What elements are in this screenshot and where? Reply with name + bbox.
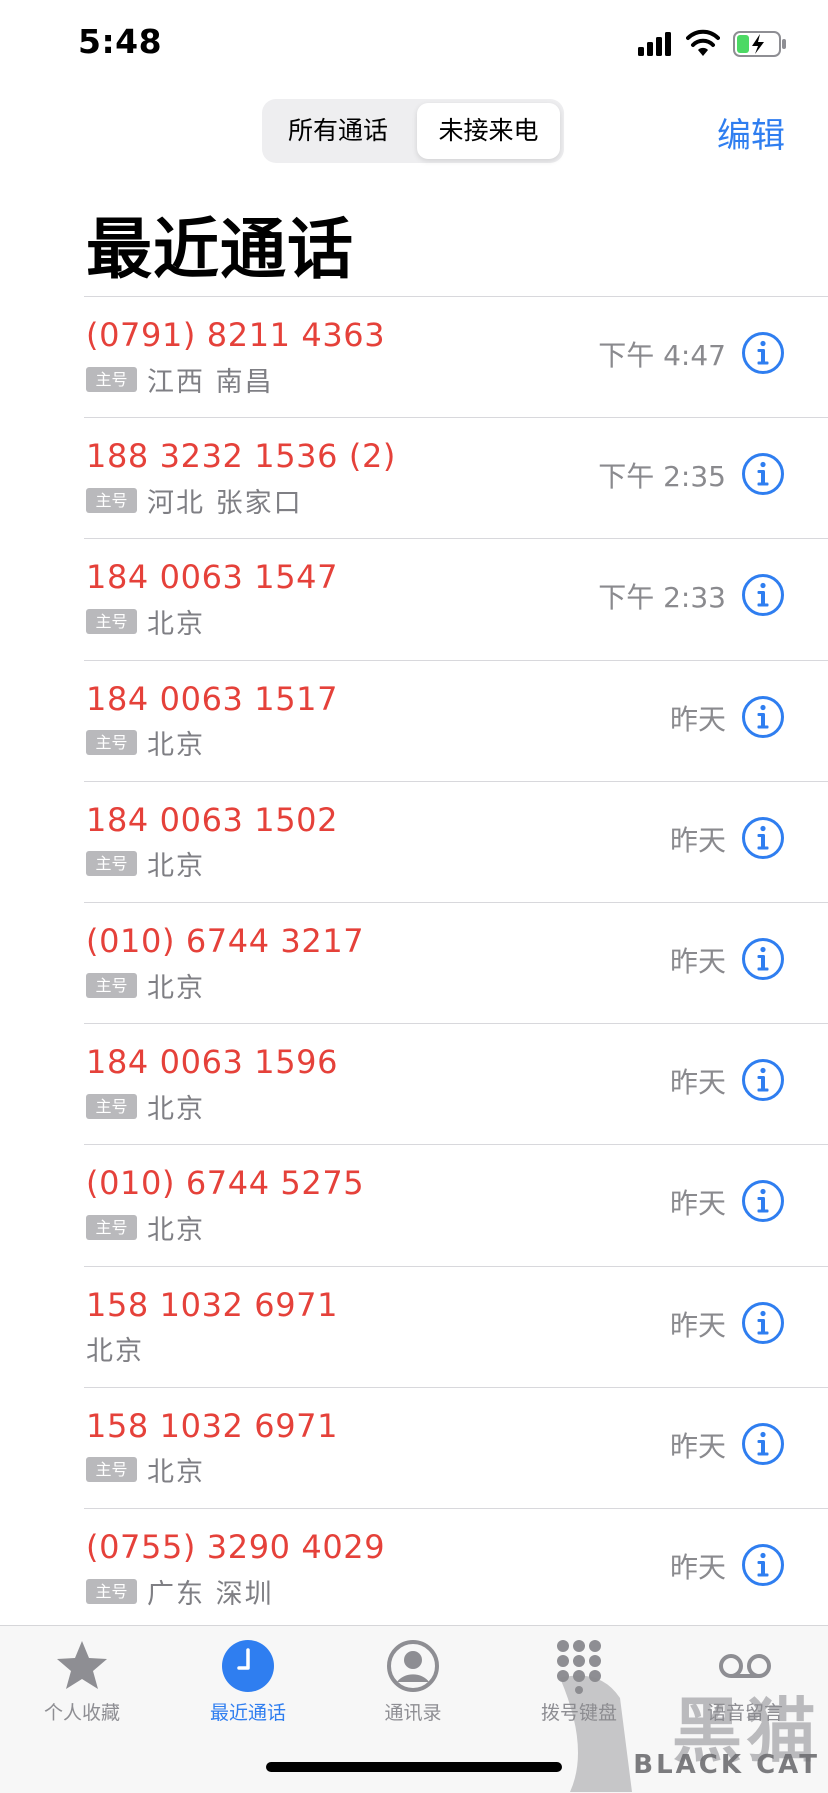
info-icon[interactable] bbox=[741, 695, 785, 739]
call-location: 北京 bbox=[147, 730, 205, 762]
call-number: (010) 6744 3217 bbox=[86, 922, 365, 960]
call-row[interactable]: 184 0063 1547 主号 北京 下午 2:33 bbox=[0, 538, 828, 658]
primary-line-badge: 主号 bbox=[86, 1578, 137, 1604]
call-filter-segmented-control: 所有通话 未接来电 bbox=[262, 99, 564, 163]
call-number: 184 0063 1517 bbox=[86, 679, 339, 718]
primary-line-badge: 主号 bbox=[86, 487, 137, 513]
info-icon[interactable] bbox=[741, 1301, 785, 1345]
call-number: 158 1032 6971 bbox=[86, 1285, 339, 1324]
info-icon[interactable] bbox=[741, 816, 785, 860]
call-time: 昨天 bbox=[669, 1308, 726, 1342]
page-title: 最近通话 bbox=[86, 211, 354, 288]
call-time: 昨天 bbox=[669, 1066, 726, 1100]
primary-line-badge: 主号 bbox=[86, 851, 137, 877]
call-meta: 主号 北京 bbox=[86, 1089, 205, 1125]
call-row[interactable]: 158 1032 6971 主号 北京 昨天 bbox=[0, 1387, 828, 1507]
tab-recents[interactable]: 最近通话 bbox=[183, 1626, 313, 1736]
call-row[interactable]: 158 1032 6971 北京 昨天 bbox=[0, 1266, 828, 1386]
info-icon[interactable] bbox=[741, 331, 785, 375]
star-icon bbox=[57, 1641, 107, 1689]
call-number: (0755) 3290 4029 bbox=[86, 1528, 386, 1566]
call-meta: 主号 河北 张家口 bbox=[86, 483, 303, 519]
call-row[interactable]: (010) 6744 5275 主号 北京 昨天 bbox=[0, 1144, 828, 1264]
call-time: 昨天 bbox=[669, 1429, 726, 1463]
call-location: 北京 bbox=[147, 851, 205, 883]
call-row[interactable]: 184 0063 1517 主号 北京 昨天 bbox=[0, 660, 828, 780]
info-icon[interactable] bbox=[741, 1422, 785, 1466]
call-location: 江西 南昌 bbox=[147, 366, 274, 398]
call-row[interactable]: (0791) 8211 4363 主号 江西 南昌 下午 4:47 bbox=[0, 296, 828, 416]
tab-favorites[interactable]: 个人收藏 bbox=[17, 1626, 147, 1736]
call-meta: 主号 北京 bbox=[86, 968, 205, 1004]
cellular-signal-icon bbox=[638, 32, 671, 56]
info-icon[interactable] bbox=[741, 937, 785, 981]
call-time: 昨天 bbox=[669, 702, 726, 736]
segment-missed-calls[interactable]: 未接来电 bbox=[417, 103, 560, 159]
call-time: 昨天 bbox=[669, 1187, 726, 1221]
call-number: 184 0063 1596 bbox=[86, 1043, 339, 1082]
call-location: 北京 bbox=[147, 608, 205, 640]
call-meta: 主号 江西 南昌 bbox=[86, 362, 274, 398]
info-icon[interactable] bbox=[741, 1543, 785, 1587]
call-location: 北京 bbox=[147, 1093, 205, 1125]
wifi-icon bbox=[686, 29, 720, 56]
call-meta: 主号 北京 bbox=[86, 1210, 205, 1246]
call-number: 158 1032 6971 bbox=[86, 1406, 339, 1445]
call-meta: 主号 北京 bbox=[86, 847, 205, 883]
primary-line-badge: 主号 bbox=[86, 972, 137, 998]
call-row[interactable]: 188 3232 1536 (2) 主号 河北 张家口 下午 2:35 bbox=[0, 417, 828, 537]
info-icon[interactable] bbox=[741, 1058, 785, 1102]
info-icon[interactable] bbox=[741, 1179, 785, 1223]
call-meta: 主号 北京 bbox=[86, 726, 205, 762]
call-time: 昨天 bbox=[669, 1551, 726, 1584]
primary-line-badge: 主号 bbox=[86, 366, 137, 392]
call-meta: 北京 bbox=[86, 1332, 144, 1368]
call-time: 昨天 bbox=[669, 945, 726, 978]
call-time: 昨天 bbox=[669, 823, 726, 857]
call-row[interactable]: (010) 6744 3217 主号 北京 昨天 bbox=[0, 902, 828, 1022]
call-row[interactable]: 184 0063 1596 主号 北京 昨天 bbox=[0, 1023, 828, 1143]
call-time: 下午 2:35 bbox=[598, 460, 726, 494]
call-number: 184 0063 1547 bbox=[86, 558, 339, 597]
call-meta: 主号 广东 深圳 bbox=[86, 1574, 274, 1610]
call-meta: 主号 北京 bbox=[86, 1453, 205, 1489]
primary-line-badge: 主号 bbox=[86, 1457, 137, 1483]
edit-button[interactable]: 编辑 bbox=[717, 108, 785, 157]
battery-charging-icon bbox=[733, 31, 786, 57]
person-icon bbox=[387, 1640, 439, 1692]
call-number: (0791) 8211 4363 bbox=[86, 316, 386, 354]
call-location: 北京 bbox=[147, 1457, 205, 1489]
call-time: 下午 2:33 bbox=[598, 581, 726, 615]
call-location: 北京 bbox=[147, 972, 205, 1004]
call-number: (010) 6744 5275 bbox=[86, 1164, 365, 1203]
tab-contacts[interactable]: 通讯录 bbox=[348, 1626, 478, 1736]
primary-line-badge: 主号 bbox=[86, 1093, 137, 1119]
info-icon[interactable] bbox=[741, 452, 785, 496]
tab-label: 最近通话 bbox=[209, 1702, 286, 1724]
call-row[interactable]: 184 0063 1502 主号 北京 昨天 bbox=[0, 781, 828, 901]
call-row[interactable]: (0755) 3290 4029 主号 广东 深圳 昨天 bbox=[0, 1508, 828, 1628]
call-location: 北京 bbox=[147, 1214, 205, 1246]
clock-icon bbox=[222, 1640, 274, 1692]
call-number: 188 3232 1536 (2) bbox=[86, 437, 396, 476]
primary-line-badge: 主号 bbox=[86, 608, 137, 634]
call-location: 广东 深圳 bbox=[147, 1578, 274, 1610]
watermark-text: BLACK CAT bbox=[633, 1750, 820, 1780]
call-meta: 主号 北京 bbox=[86, 604, 205, 640]
call-number: 184 0063 1502 bbox=[86, 800, 339, 839]
segment-all-calls[interactable]: 所有通话 bbox=[266, 103, 410, 159]
status-bar: 5:48 bbox=[0, 0, 828, 88]
home-indicator bbox=[266, 1762, 562, 1772]
tab-label: 个人收藏 bbox=[43, 1702, 120, 1724]
tab-label: 通讯录 bbox=[384, 1702, 442, 1724]
call-location: 河北 张家口 bbox=[147, 487, 303, 519]
primary-line-badge: 主号 bbox=[86, 1214, 137, 1240]
info-icon[interactable] bbox=[741, 573, 785, 617]
status-time: 5:48 bbox=[78, 22, 163, 61]
primary-line-badge: 主号 bbox=[86, 730, 137, 756]
call-location: 北京 bbox=[86, 1336, 144, 1368]
call-time: 下午 4:47 bbox=[598, 339, 726, 372]
